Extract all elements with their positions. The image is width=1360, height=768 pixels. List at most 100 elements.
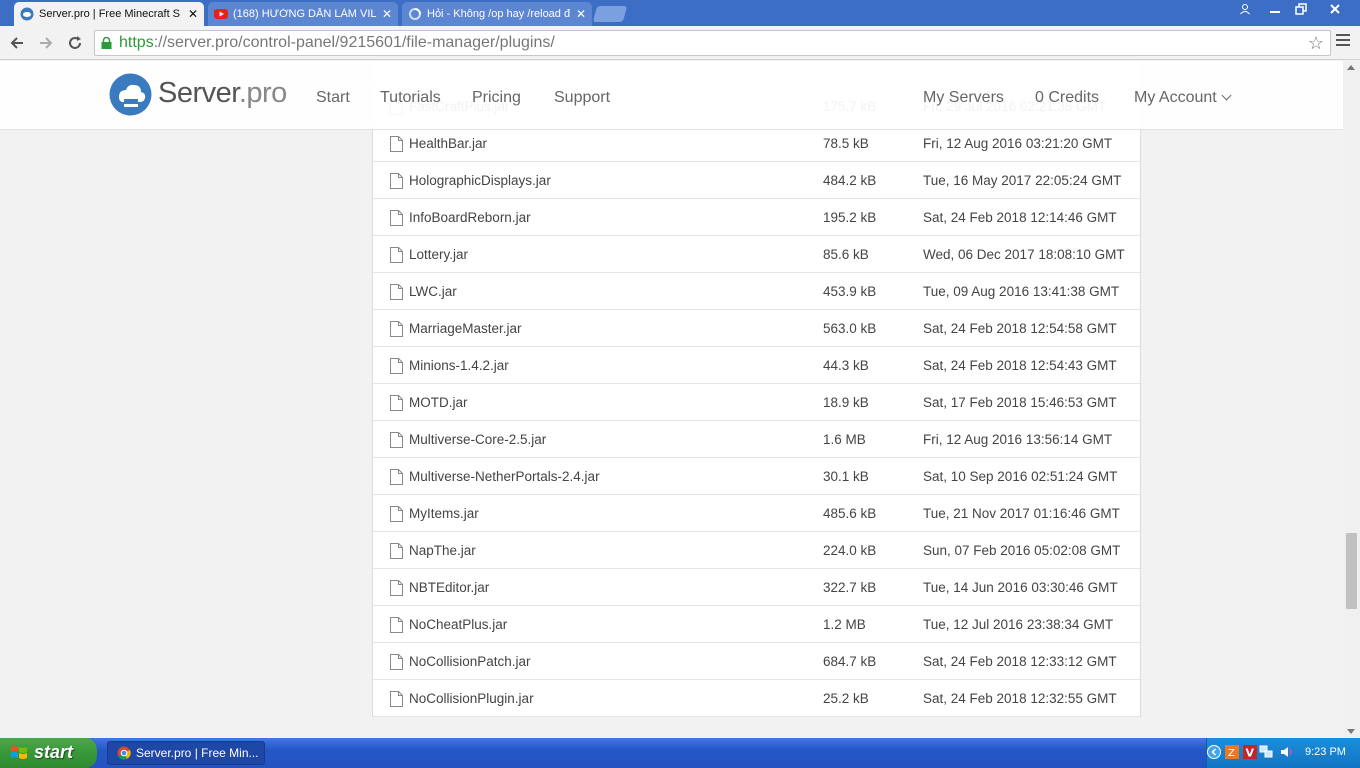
start-button[interactable]: start bbox=[0, 738, 97, 768]
file-row[interactable]: Multiverse-NetherPortals-2.4.jar 30.1 kB S… bbox=[373, 458, 1140, 495]
file-row[interactable]: NoCollisionPatch.jar 684.7 kB Sat, 24 Feb … bbox=[373, 643, 1140, 680]
user-icon[interactable] bbox=[1233, 1, 1257, 17]
minimize-icon[interactable] bbox=[1263, 1, 1287, 17]
file-icon bbox=[390, 691, 403, 707]
tray-app-icon[interactable]: Z bbox=[1225, 745, 1239, 759]
file-row[interactable]: Multiverse-Core-2.5.jar 1.6 MB Fri, 12 Aug… bbox=[373, 421, 1140, 458]
file-row[interactable]: NapThe.jar 224.0 kB Sun, 07 Feb 2016 05:02… bbox=[373, 532, 1140, 569]
nav-support[interactable]: Support bbox=[554, 89, 610, 107]
tab-forum[interactable]: Hỏi - Không /op hay /reload đ ✕ bbox=[402, 2, 592, 26]
logo-name: Server bbox=[158, 77, 239, 109]
file-size: 195.2 kB bbox=[823, 209, 877, 225]
file-date: Tue, 14 Jun 2016 03:30:46 GMT bbox=[923, 579, 1118, 595]
file-name[interactable]: MOTD.jar bbox=[409, 395, 468, 410]
file-date: Sat, 17 Feb 2018 15:46:53 GMT bbox=[923, 394, 1117, 410]
file-date: Sat, 10 Sep 2016 02:51:24 GMT bbox=[923, 468, 1118, 484]
file-name[interactable]: NoCollisionPlugin.jar bbox=[409, 691, 534, 706]
nav-my-servers[interactable]: My Servers bbox=[923, 89, 1004, 107]
close-icon[interactable]: ✕ bbox=[576, 7, 586, 21]
file-size: 1.2 MB bbox=[823, 616, 866, 632]
file-row[interactable]: MyItems.jar 485.6 kB Tue, 21 Nov 2017 01:1… bbox=[373, 495, 1140, 532]
page-scrollbar[interactable] bbox=[1343, 61, 1360, 738]
file-row[interactable]: MarriageMaster.jar 563.0 kB Sat, 24 Feb 20… bbox=[373, 310, 1140, 347]
file-row[interactable]: HealthBar.jar 78.5 kB Fri, 12 Aug 2016 03:… bbox=[373, 125, 1140, 162]
file-size: 1.6 MB bbox=[823, 431, 866, 447]
scroll-up-icon[interactable] bbox=[1347, 65, 1355, 70]
address-bar[interactable]: https://server.pro/control-panel/9215601… bbox=[94, 30, 1331, 56]
file-size: 453.9 kB bbox=[823, 283, 877, 299]
close-icon[interactable]: ✕ bbox=[188, 7, 198, 21]
file-name[interactable]: MyItems.jar bbox=[409, 506, 479, 521]
taskbar-chrome-window[interactable]: Server.pro | Free Min... bbox=[107, 741, 265, 765]
serverpro-logo-icon[interactable] bbox=[109, 73, 152, 116]
file-icon bbox=[390, 210, 403, 226]
browser-titlebar: Server.pro | Free Minecraft S ✕ (168) HƯ… bbox=[0, 0, 1360, 26]
file-icon bbox=[390, 469, 403, 485]
file-size: 322.7 kB bbox=[823, 579, 877, 595]
nav-pricing[interactable]: Pricing bbox=[472, 89, 521, 107]
file-name[interactable]: NapThe.jar bbox=[409, 543, 476, 558]
file-name[interactable]: HolographicDisplays.jar bbox=[409, 173, 551, 188]
file-row[interactable]: HolographicDisplays.jar 484.2 kB Tue, 16 M… bbox=[373, 162, 1140, 199]
file-name[interactable]: InfoBoardReborn.jar bbox=[409, 210, 531, 225]
taskbar-item-label: Server.pro | Free Min... bbox=[136, 746, 259, 760]
tray-antivirus-icon[interactable]: V bbox=[1243, 745, 1257, 759]
tab-youtube[interactable]: (168) HƯỚNG DẪN LÀM VILL ✕ bbox=[208, 2, 398, 26]
file-row[interactable]: NoCollisionPlugin.jar 25.2 kB Sat, 24 Feb … bbox=[373, 680, 1140, 717]
file-size: 18.9 kB bbox=[823, 394, 869, 410]
file-icon bbox=[390, 580, 403, 596]
file-name[interactable]: LWC.jar bbox=[409, 284, 457, 299]
file-date: Sat, 24 Feb 2018 12:14:46 GMT bbox=[923, 209, 1117, 225]
file-size: 563.0 kB bbox=[823, 320, 877, 336]
file-row[interactable]: InfoBoardReborn.jar 195.2 kB Sat, 24 Feb 2… bbox=[373, 199, 1140, 236]
file-name[interactable]: HealthBar.jar bbox=[409, 136, 487, 151]
nav-my-account[interactable]: My Account bbox=[1134, 89, 1232, 107]
tab-title: Server.pro | Free Minecraft S bbox=[39, 8, 181, 20]
tab-title: Hỏi - Không /op hay /reload đ bbox=[427, 8, 570, 20]
tray-expand-icon[interactable] bbox=[1207, 745, 1221, 759]
file-size: 44.3 kB bbox=[823, 357, 869, 373]
file-name[interactable]: NBTEditor.jar bbox=[409, 580, 489, 595]
new-tab-button[interactable] bbox=[592, 6, 628, 22]
tab-serverpro[interactable]: Server.pro | Free Minecraft S ✕ bbox=[14, 2, 204, 26]
close-icon[interactable]: ✕ bbox=[382, 7, 392, 21]
file-row[interactable]: LWC.jar 453.9 kB Tue, 09 Aug 2016 13:41:38… bbox=[373, 273, 1140, 310]
scrollbar-thumb[interactable] bbox=[1346, 533, 1357, 609]
tray-volume-icon[interactable] bbox=[1279, 745, 1293, 759]
file-row[interactable]: Minions-1.4.2.jar 44.3 kB Sat, 24 Feb 2018… bbox=[373, 347, 1140, 384]
file-name[interactable]: NoCollisionPatch.jar bbox=[409, 654, 531, 669]
close-icon[interactable] bbox=[1322, 1, 1348, 17]
tray-network-icon[interactable] bbox=[1259, 745, 1273, 759]
lock-icon bbox=[101, 37, 112, 49]
file-date: Sat, 24 Feb 2018 12:33:12 GMT bbox=[923, 653, 1117, 669]
file-name[interactable]: MarriageMaster.jar bbox=[409, 321, 522, 336]
nav-credits[interactable]: 0 Credits bbox=[1035, 89, 1099, 107]
file-name[interactable]: Minions-1.4.2.jar bbox=[409, 358, 509, 373]
file-name[interactable]: Multiverse-NetherPortals-2.4.jar bbox=[409, 469, 600, 484]
file-date: Sat, 24 Feb 2018 12:54:58 GMT bbox=[923, 320, 1117, 336]
scroll-down-icon[interactable] bbox=[1347, 729, 1355, 734]
file-row[interactable]: NBTEditor.jar 322.7 kB Tue, 14 Jun 2016 03… bbox=[373, 569, 1140, 606]
nav-tutorials[interactable]: Tutorials bbox=[380, 89, 441, 107]
nav-start[interactable]: Start bbox=[316, 89, 350, 107]
file-icon bbox=[390, 654, 403, 670]
loading-icon bbox=[409, 8, 421, 20]
forward-icon[interactable] bbox=[35, 32, 57, 54]
chrome-menu-icon[interactable] bbox=[1336, 34, 1350, 48]
back-icon[interactable] bbox=[6, 32, 28, 54]
file-name[interactable]: Multiverse-Core-2.5.jar bbox=[409, 432, 546, 447]
bookmark-star-icon[interactable]: ☆ bbox=[1308, 31, 1324, 55]
file-row[interactable]: Lottery.jar 85.6 kB Wed, 06 Dec 2017 18:08… bbox=[373, 236, 1140, 273]
file-name[interactable]: Lottery.jar bbox=[409, 247, 468, 262]
windows-taskbar: start Server.pro | Free Min... Z V 9:23 … bbox=[0, 738, 1360, 768]
file-row[interactable]: MOTD.jar 18.9 kB Sat, 17 Feb 2018 15:46:53… bbox=[373, 384, 1140, 421]
file-row[interactable]: NoCheatPlus.jar 1.2 MB Tue, 12 Jul 2016 23… bbox=[373, 606, 1140, 643]
file-date: Sun, 07 Feb 2016 05:02:08 GMT bbox=[923, 542, 1121, 558]
file-size: 25.2 kB bbox=[823, 690, 869, 706]
file-name[interactable]: NoCheatPlus.jar bbox=[409, 617, 507, 632]
chevron-down-icon bbox=[1221, 90, 1232, 101]
restore-icon[interactable] bbox=[1289, 1, 1313, 17]
site-logo-text[interactable]: Server.pro bbox=[158, 77, 287, 110]
file-date: Sat, 24 Feb 2018 12:54:43 GMT bbox=[923, 357, 1117, 373]
reload-icon[interactable] bbox=[64, 32, 86, 54]
